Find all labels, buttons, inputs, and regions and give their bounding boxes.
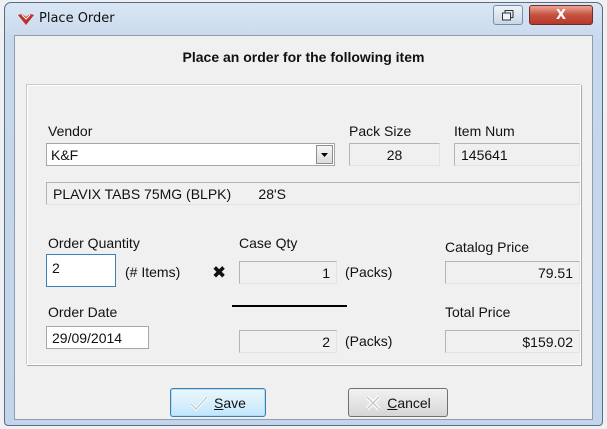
dropdown-arrow-button[interactable]	[316, 145, 333, 164]
close-button[interactable]: X	[529, 5, 593, 25]
total-packs-field: 2	[239, 330, 337, 353]
total-price-label: Total Price	[445, 304, 511, 320]
cancel-button[interactable]: Cancel	[348, 388, 448, 417]
dialog-body: Place an order for the following item Ve…	[14, 35, 593, 420]
total-price-field: $159.02	[445, 330, 580, 353]
order-date-input[interactable]: 29/09/2014	[46, 326, 149, 349]
multiply-icon: ✖	[212, 263, 227, 283]
order-date-label: Order Date	[48, 304, 118, 320]
item-num-label: Item Num	[454, 123, 515, 139]
close-icon: X	[555, 7, 567, 23]
restore-button[interactable]	[493, 5, 523, 25]
dialog-heading: Place an order for the following item	[182, 49, 425, 65]
vendor-value: K&F	[51, 147, 79, 163]
order-quantity-unit: (# Items)	[125, 264, 181, 280]
title-bar[interactable]: Place Order X	[5, 3, 602, 35]
checkmark-icon	[190, 395, 209, 411]
catalog-price-field: 79.51	[445, 261, 580, 284]
order-quantity-input[interactable]: 2	[46, 254, 116, 287]
vendor-dropdown[interactable]: K&F	[46, 143, 335, 166]
window-title: Place Order	[39, 11, 115, 26]
multiplication-result-line	[232, 305, 347, 307]
total-packs-unit: (Packs)	[345, 333, 393, 349]
case-qty-unit: (Packs)	[345, 264, 393, 280]
cancel-button-label: Cancel	[387, 394, 431, 411]
save-button-label: Save	[214, 394, 246, 411]
save-button[interactable]: Save	[170, 388, 266, 417]
case-qty-field: 1	[239, 261, 337, 284]
vendor-label: Vendor	[48, 123, 93, 139]
catalog-price-label: Catalog Price	[445, 239, 530, 255]
case-qty-label: Case Qty	[239, 235, 298, 251]
pack-size-label: Pack Size	[349, 123, 412, 139]
pack-size-field: 28	[349, 143, 440, 166]
place-order-dialog: Place Order X Place an order for the fol…	[4, 2, 603, 426]
chevron-down-icon	[321, 152, 328, 157]
item-description-field: PLAVIX TABS 75MG (BLPK) 28'S	[46, 182, 580, 205]
order-quantity-label: Order Quantity	[48, 235, 140, 251]
close-icon	[365, 395, 381, 410]
item-num-field: 145641	[454, 143, 580, 166]
restore-icon	[502, 9, 514, 20]
app-logo-icon	[18, 14, 34, 25]
